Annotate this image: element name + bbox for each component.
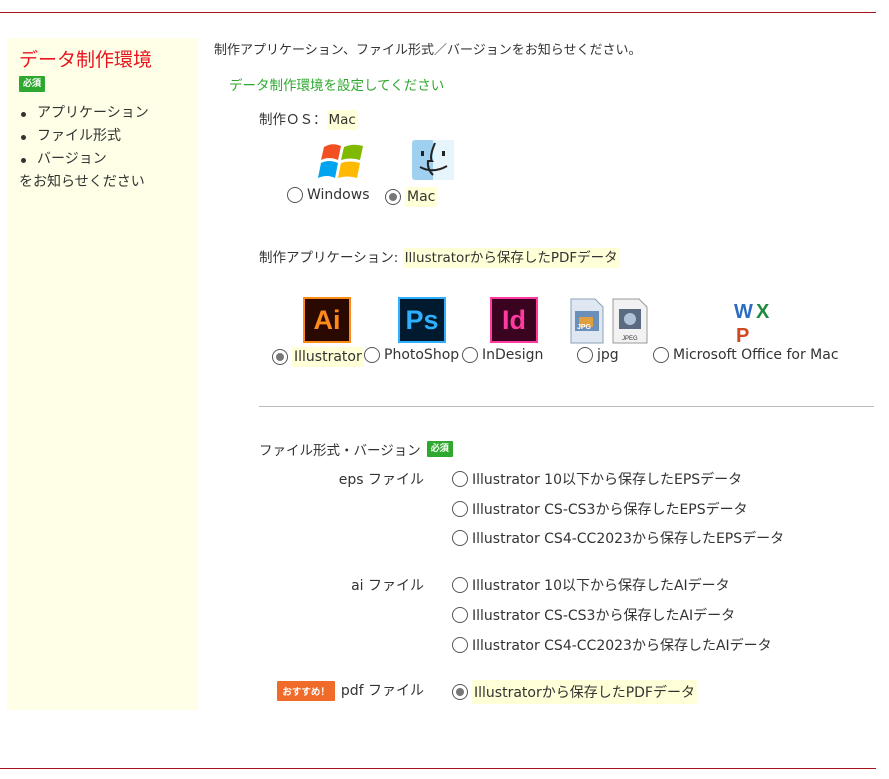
ai-option-cc2023-label: Illustrator CS4-CC2023から保存したAIデータ: [472, 638, 772, 654]
format-label-row: ファイル形式・バージョン 必須: [259, 439, 453, 459]
recommend-badge: おすすめ！: [277, 681, 335, 701]
svg-text:W: W: [734, 301, 753, 323]
eps-group-label: eps ファイル: [338, 472, 424, 488]
app-option-photoshop-label: PhotoShop: [384, 347, 460, 363]
sidebar-item-file-format: ファイル形式: [19, 125, 186, 148]
svg-text:X: X: [756, 301, 770, 323]
bottom-rule: [0, 768, 876, 769]
radio-photoshop[interactable]: [364, 347, 380, 363]
ai-option-cs3[interactable]: Illustrator CS-CS3から保存したAIデータ: [452, 605, 735, 625]
radio-windows[interactable]: [287, 187, 303, 203]
pdf-option-illustrator-label: Illustratorから保存したPDFデータ: [472, 680, 697, 704]
os-value: Mac: [326, 110, 358, 130]
eps-option-cc2023[interactable]: Illustrator CS4-CC2023から保存したEPSデータ: [452, 528, 784, 548]
radio-ai-cs3[interactable]: [452, 607, 468, 623]
pdf-option-illustrator[interactable]: Illustratorから保存したPDFデータ: [452, 680, 697, 704]
radio-ai-10[interactable]: [452, 577, 468, 593]
app-option-indesign-label: InDesign: [482, 347, 544, 363]
os-label-row: 制作ＯＳ： Mac: [259, 108, 358, 130]
app-option-illustrator-label: Illustrator: [292, 347, 364, 367]
ms-office-icon[interactable]: W X P: [733, 298, 779, 347]
pdf-group-label: pdf ファイル: [340, 683, 424, 699]
app-option-ms-office[interactable]: Microsoft Office for Mac: [653, 347, 839, 363]
format-required-badge: 必須: [426, 441, 453, 457]
app-option-illustrator[interactable]: Illustrator: [272, 347, 364, 367]
app-option-ms-office-label: Microsoft Office for Mac: [673, 347, 839, 363]
sidebar: データ制作環境 必須 アプリケーション ファイル形式 バージョン をお知らせくだ…: [7, 38, 198, 710]
indesign-icon[interactable]: Id: [490, 297, 538, 343]
pdf-group-label-row: おすすめ！ pdf ファイル: [244, 680, 424, 701]
os-option-mac[interactable]: Mac: [385, 187, 438, 207]
eps-option-cs3-label: Illustrator CS-CS3から保存したEPSデータ: [472, 502, 748, 518]
eps-option-10-label: Illustrator 10以下から保存したEPSデータ: [472, 472, 743, 488]
os-option-mac-label: Mac: [405, 187, 438, 207]
app-label-row: 制作アプリケーション: Illustratorから保存したPDFデータ: [259, 246, 620, 268]
mac-finder-icon[interactable]: [411, 139, 455, 181]
section-heading: データ制作環境を設定してください: [229, 78, 445, 94]
eps-option-cs3[interactable]: Illustrator CS-CS3から保存したEPSデータ: [452, 499, 748, 519]
ai-option-cc2023[interactable]: Illustrator CS4-CC2023から保存したAIデータ: [452, 635, 772, 655]
radio-eps-cs3[interactable]: [452, 501, 468, 517]
os-option-windows-label: Windows: [307, 187, 370, 203]
ai-option-cs3-label: Illustrator CS-CS3から保存したAIデータ: [472, 608, 736, 624]
radio-indesign[interactable]: [462, 347, 478, 363]
radio-mac[interactable]: [385, 189, 401, 205]
ai-option-10-label: Illustrator 10以下から保存したAIデータ: [472, 578, 730, 594]
illustrator-icon[interactable]: Ai: [303, 297, 351, 343]
radio-eps-10[interactable]: [452, 471, 468, 487]
ai-option-10[interactable]: Illustrator 10以下から保存したAIデータ: [452, 575, 730, 595]
jpg-file-icon[interactable]: JPG JPEG: [569, 297, 653, 345]
sidebar-list: アプリケーション ファイル形式 バージョン: [19, 102, 186, 171]
app-value: Illustratorから保存したPDFデータ: [402, 248, 620, 268]
app-option-jpg-label: jpg: [597, 347, 619, 363]
windows-logo-icon[interactable]: [318, 138, 368, 184]
svg-text:JPEG: JPEG: [622, 336, 638, 342]
intro-text: 制作アプリケーション、ファイル形式／バージョンをお知らせください。: [214, 43, 642, 58]
sidebar-item-version: バージョン: [19, 148, 186, 171]
radio-eps-cc2023[interactable]: [452, 530, 468, 546]
radio-illustrator[interactable]: [272, 349, 288, 365]
radio-ai-cc2023[interactable]: [452, 637, 468, 653]
radio-ms-office[interactable]: [653, 347, 669, 363]
svg-text:JPG: JPG: [577, 324, 592, 331]
eps-option-10[interactable]: Illustrator 10以下から保存したEPSデータ: [452, 469, 742, 489]
sidebar-note: をお知らせください: [19, 174, 145, 190]
radio-jpg[interactable]: [577, 347, 593, 363]
app-option-photoshop[interactable]: PhotoShop: [364, 347, 459, 363]
sidebar-title: データ制作環境: [19, 49, 153, 71]
app-option-indesign[interactable]: InDesign: [462, 347, 543, 363]
ai-group-label: ai ファイル: [351, 578, 424, 594]
top-rule: [0, 12, 876, 13]
eps-option-cc2023-label: Illustrator CS4-CC2023から保存したEPSデータ: [472, 531, 785, 547]
os-label: 制作ＯＳ：: [259, 112, 327, 128]
section-divider: [259, 406, 874, 407]
svg-text:P: P: [736, 325, 749, 344]
app-label: 制作アプリケーション:: [259, 250, 399, 266]
format-label: ファイル形式・バージョン: [259, 443, 421, 459]
photoshop-icon[interactable]: Ps: [398, 297, 446, 343]
app-option-jpg[interactable]: jpg: [577, 347, 619, 363]
sidebar-item-application: アプリケーション: [19, 102, 186, 125]
required-badge: 必須: [19, 76, 46, 92]
radio-pdf-illustrator[interactable]: [452, 684, 468, 700]
os-option-windows[interactable]: Windows: [287, 187, 370, 203]
